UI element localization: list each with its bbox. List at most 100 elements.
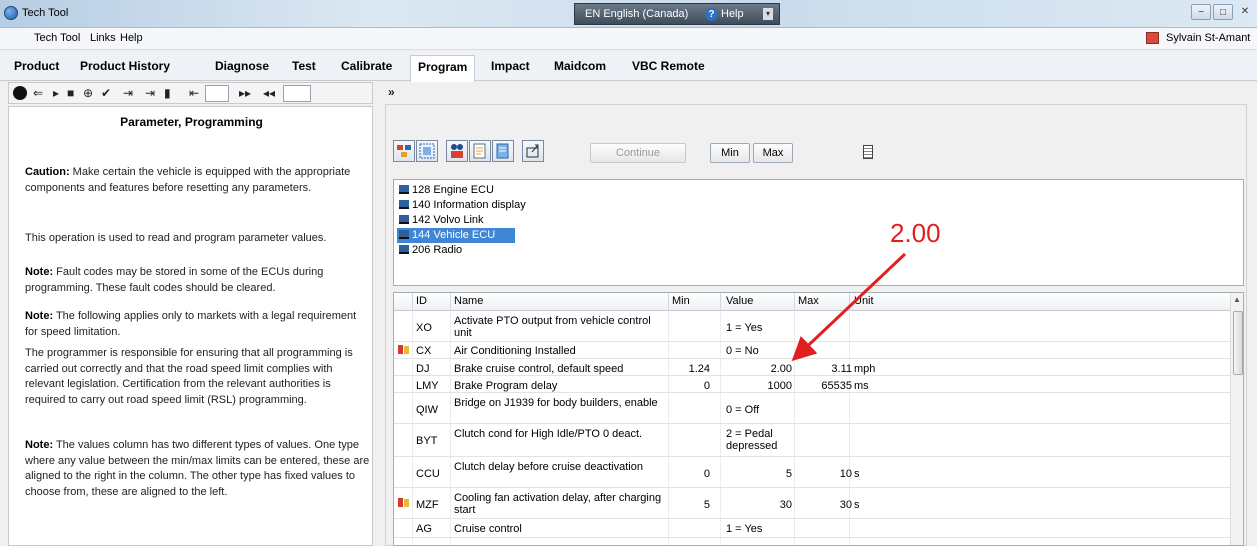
page-input[interactable] bbox=[205, 85, 229, 102]
continue-button[interactable]: Continue bbox=[590, 143, 686, 163]
ecu-item[interactable]: 142 Volvo Link bbox=[397, 213, 515, 228]
check-icon[interactable]: ✔ bbox=[101, 85, 111, 101]
export-button[interactable] bbox=[522, 140, 544, 162]
ecu-tree-button[interactable] bbox=[393, 140, 415, 162]
tab-maidcom[interactable]: Maidcom bbox=[554, 59, 606, 73]
cell-value[interactable]: 1000 bbox=[726, 380, 792, 392]
scroll-up-icon[interactable]: ▲ bbox=[1233, 295, 1241, 304]
table-row[interactable]: XO Activate PTO output from vehicle cont… bbox=[394, 312, 1230, 342]
table-row[interactable]: MZF Cooling fan activation delay, after … bbox=[394, 489, 1230, 519]
ecu-label: 140 Information display bbox=[412, 199, 526, 211]
cell-value[interactable]: 2.00 bbox=[726, 363, 792, 375]
first-page-icon[interactable]: ⇤ bbox=[189, 85, 199, 101]
chevron-down-icon[interactable]: ▾ bbox=[763, 8, 773, 20]
tab-impact[interactable]: Impact bbox=[491, 59, 530, 73]
write-values-button[interactable] bbox=[492, 140, 514, 162]
ecu-item[interactable]: 140 Information display bbox=[397, 198, 526, 213]
table-row[interactable]: BYT Clutch cond for High Idle/PTO 0 deac… bbox=[394, 425, 1230, 457]
tab-vbc-remote[interactable]: VBC Remote bbox=[632, 59, 705, 73]
scroll-thumb[interactable] bbox=[1233, 311, 1243, 375]
maximize-button[interactable]: □ bbox=[1213, 4, 1233, 20]
cell-value[interactable]: 2 = Pedal depressed bbox=[726, 428, 792, 452]
tab-calibrate[interactable]: Calibrate bbox=[341, 59, 392, 73]
export-icon bbox=[526, 144, 539, 158]
tech-tool-window: Tech Tool EN English (Canada) ? Help ▾ −… bbox=[0, 0, 1257, 546]
language-selector[interactable]: EN English (Canada) ? Help ▾ bbox=[574, 3, 780, 25]
play-icon[interactable]: ▸ bbox=[53, 85, 59, 101]
cell-value[interactable]: 1 = Yes bbox=[726, 523, 792, 535]
fault-note-text: Fault codes may be stored in some of the… bbox=[25, 266, 324, 294]
language-label: EN English (Canada) bbox=[585, 8, 689, 20]
ecu-item-selected[interactable]: 144 Vehicle ECU bbox=[397, 228, 515, 243]
ecu-item[interactable]: 128 Engine ECU bbox=[397, 183, 515, 198]
ecu-list: 128 Engine ECU 140 Information display 1… bbox=[393, 179, 1244, 286]
tab-product[interactable]: Product bbox=[14, 59, 59, 73]
cell-id: LMY bbox=[416, 380, 439, 392]
column-divider bbox=[668, 293, 669, 311]
header-id[interactable]: ID bbox=[416, 295, 427, 307]
table-row[interactable]: CCU Clutch delay before cruise deactivat… bbox=[394, 458, 1230, 488]
cell-value[interactable]: 30 bbox=[726, 499, 792, 511]
cell-max: 65535 bbox=[821, 380, 852, 392]
ecu-label: 142 Volvo Link bbox=[412, 214, 484, 226]
cell-max: 30 bbox=[839, 499, 852, 511]
rewind-icon[interactable]: ◂◂ bbox=[263, 85, 275, 101]
cell-value[interactable]: 0 = Off bbox=[726, 404, 792, 416]
cell-value[interactable]: 0 = No bbox=[726, 345, 792, 357]
table-row[interactable]: CX Air Conditioning Installed 0 = No bbox=[394, 343, 1230, 359]
parameters-button[interactable] bbox=[446, 140, 468, 162]
cell-id: CX bbox=[416, 345, 432, 357]
menu-links[interactable]: Links bbox=[90, 32, 116, 44]
table-scrollbar[interactable]: ▲ bbox=[1230, 293, 1243, 545]
people-icon bbox=[451, 144, 463, 158]
cell-id: AG bbox=[416, 523, 432, 535]
help-icon[interactable]: ? bbox=[705, 8, 718, 21]
table-row[interactable]: LMY Brake Program delay 0 1000 65535 ms bbox=[394, 377, 1230, 393]
cell-min: 1.24 bbox=[688, 363, 710, 375]
max-button[interactable]: Max bbox=[753, 143, 793, 163]
step-input[interactable] bbox=[283, 85, 311, 102]
table-row[interactable]: QIW Bridge on J1939 for body builders, e… bbox=[394, 394, 1230, 424]
expand-icon[interactable]: » bbox=[388, 84, 395, 100]
header-min[interactable]: Min bbox=[672, 295, 690, 307]
info-icon[interactable] bbox=[13, 86, 27, 100]
tab-diagnose[interactable]: Diagnose bbox=[215, 59, 269, 73]
speed-note-label: Note: bbox=[25, 310, 54, 322]
step-icon[interactable]: ⇥ bbox=[123, 85, 133, 101]
back-arrow-icon[interactable]: ⇐ bbox=[33, 85, 43, 101]
min-button[interactable]: Min bbox=[710, 143, 750, 163]
help-link[interactable]: Help bbox=[721, 8, 744, 20]
pause-step-icon[interactable]: ⇥ bbox=[145, 85, 155, 101]
cell-value[interactable]: 5 bbox=[726, 468, 792, 480]
cell-name: Cruise control bbox=[454, 523, 522, 535]
header-value[interactable]: Value bbox=[726, 295, 753, 307]
window-title: Tech Tool bbox=[22, 7, 69, 19]
header-name[interactable]: Name bbox=[454, 295, 483, 307]
caution-paragraph: Caution: Make certain the vehicle is equ… bbox=[25, 165, 370, 196]
read-values-button[interactable] bbox=[469, 140, 491, 162]
user-name: Sylvain St-Amant bbox=[1166, 32, 1251, 44]
cell-value[interactable]: 1 = Yes bbox=[726, 322, 792, 334]
zoom-icon[interactable]: ⊕ bbox=[83, 85, 93, 101]
ecu-item[interactable]: 206 Radio bbox=[397, 243, 515, 258]
close-button[interactable]: ✕ bbox=[1235, 4, 1255, 20]
header-unit[interactable]: Unit bbox=[854, 295, 874, 307]
table-row[interactable]: DJ Brake cruise control, default speed 1… bbox=[394, 360, 1230, 376]
stop-step-icon[interactable]: ▮ bbox=[164, 85, 171, 101]
menu-tech-tool[interactable]: Tech Tool bbox=[34, 32, 80, 44]
minimize-button[interactable]: − bbox=[1191, 4, 1211, 20]
header-max[interactable]: Max bbox=[798, 295, 819, 307]
tab-product-history[interactable]: Product History bbox=[80, 59, 170, 73]
ecu-grid-button[interactable] bbox=[416, 140, 438, 162]
computer-icon bbox=[399, 185, 409, 194]
computer-icon bbox=[399, 200, 409, 209]
table-row[interactable]: AG Cruise control 1 = Yes bbox=[394, 520, 1230, 538]
stop-icon[interactable]: ■ bbox=[67, 85, 74, 101]
fault-note-paragraph: Note: Fault codes may be stored in some … bbox=[25, 265, 370, 296]
tab-program[interactable]: Program bbox=[410, 55, 476, 82]
menu-help[interactable]: Help bbox=[120, 32, 143, 44]
next-page-icon[interactable]: ▸▸ bbox=[239, 85, 251, 101]
calculator-icon[interactable] bbox=[863, 145, 873, 159]
tab-test[interactable]: Test bbox=[292, 59, 316, 73]
programmer-paragraph: The programmer is responsible for ensuri… bbox=[25, 346, 370, 408]
